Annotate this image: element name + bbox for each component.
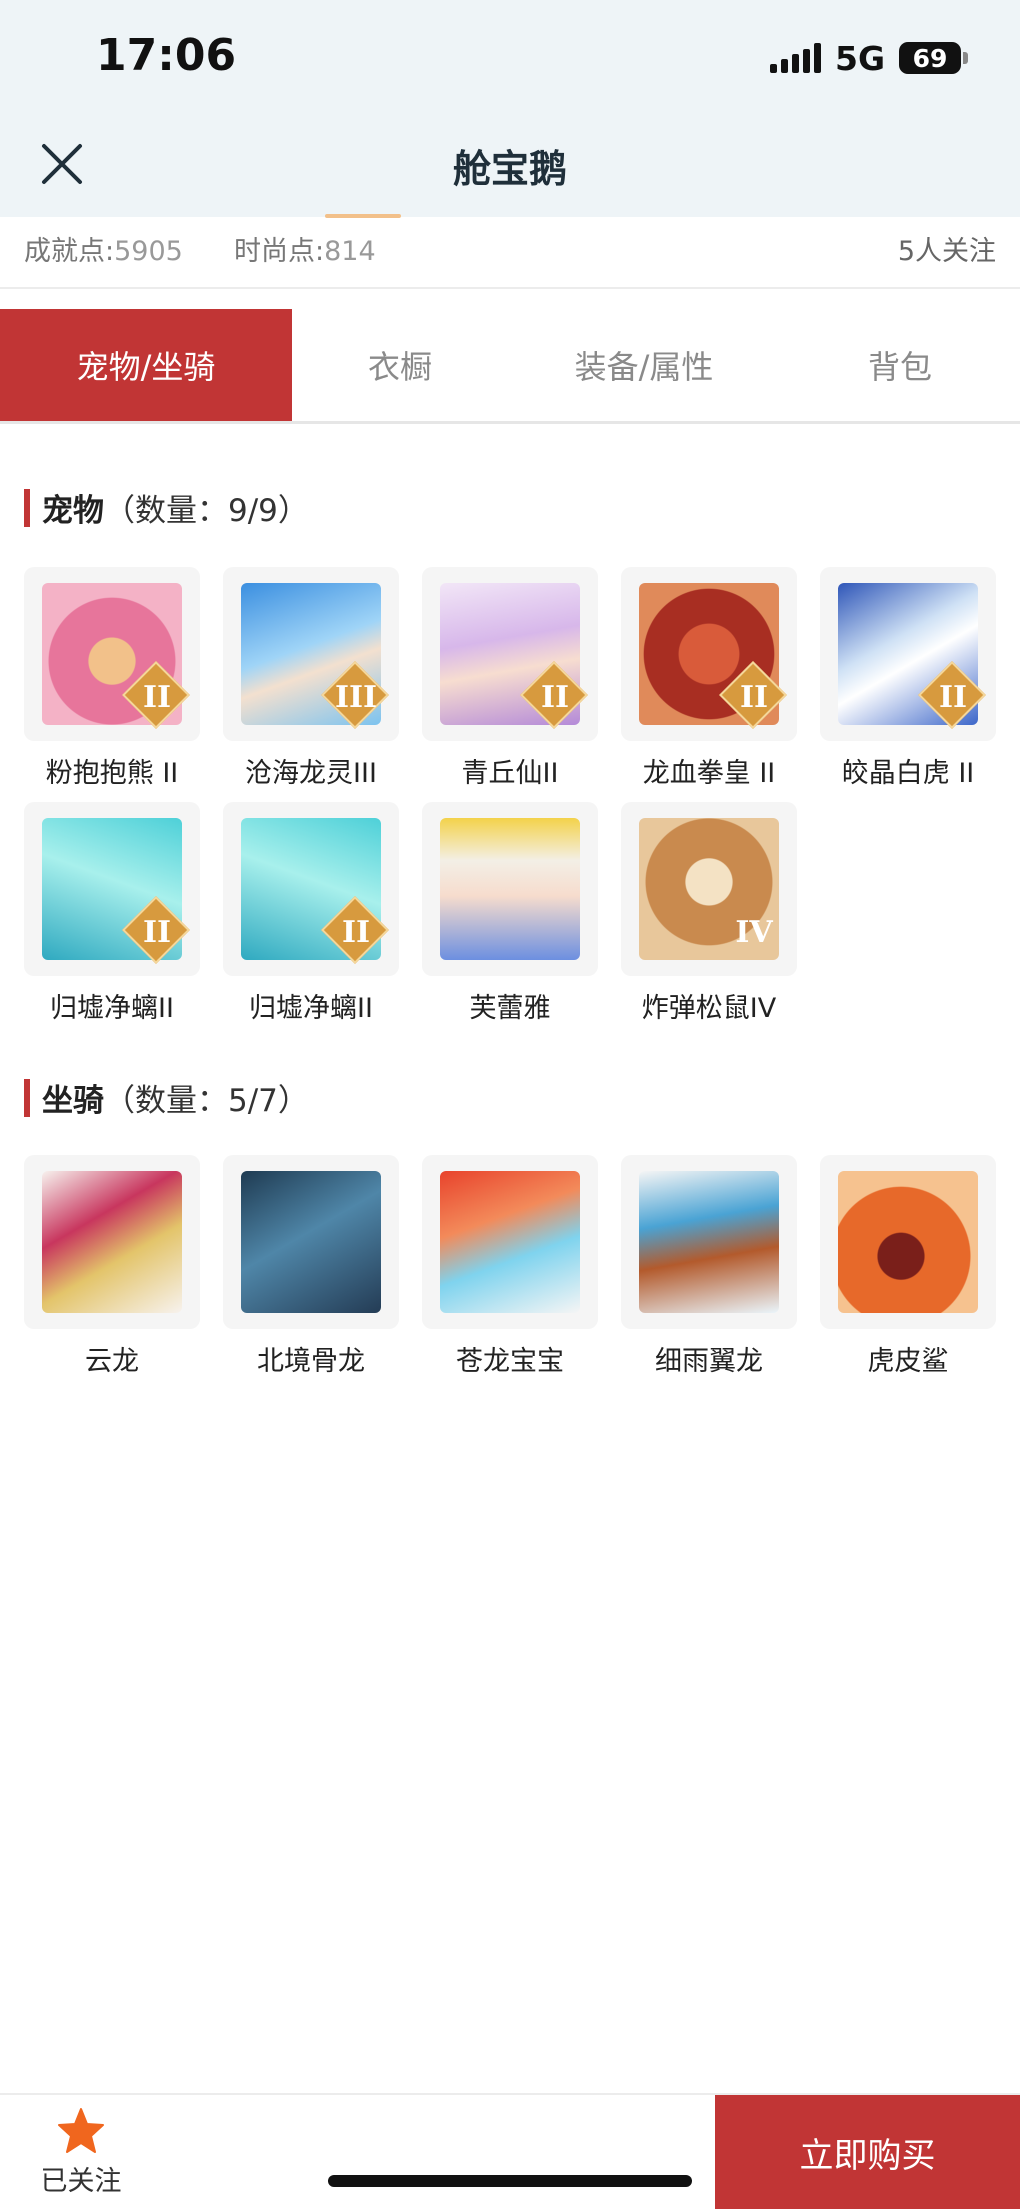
fashion-label: 时尚点: [234,236,325,267]
grade-badge-label: II [142,680,172,715]
mount-name: 虎皮鲨 [867,1346,949,1377]
pet-item[interactable]: II 龙血拳皇 II [621,567,797,790]
pet-name: 沧海龙灵III [245,758,377,789]
section-accent-bar [24,1078,30,1117]
pet-name: 芙蕾雅 [469,993,551,1024]
grade-badge-label: IV [735,915,773,950]
pet-thumb: II [24,802,200,976]
grade-badge-label: II [142,915,172,950]
buy-now-button[interactable]: 立即购买 [715,2095,1020,2209]
pet-thumb: II [422,567,598,741]
grade-badge-label: III [334,680,378,715]
pet-thumb: II [621,567,797,741]
mount-thumb [24,1155,200,1329]
signal-icon [770,43,821,73]
pet-item[interactable]: II 归墟净螭II [223,802,399,1025]
tab-equipment[interactable]: 装备/属性 [508,309,780,421]
battery-icon: 69 [899,42,962,74]
pet-item[interactable]: II 青丘仙II [422,567,598,790]
top-header: 17:06 5G 69 舱宝鹅 [0,0,1020,218]
freya-icon [440,818,580,960]
pets-section-title: 宠物 （数量：9/9） [24,485,309,530]
pet-name: 粉抱抱熊 II [45,758,179,789]
achievement-value: 5905 [114,236,183,267]
star-icon [58,2108,104,2153]
mount-thumb [422,1155,598,1329]
tab-pets-mounts[interactable]: 宠物/坐骑 [0,309,292,421]
home-indicator [328,2175,692,2187]
mounts-section-title: 坐骑 （数量：5/7） [24,1075,309,1120]
status-time: 17:06 [96,30,237,81]
mount-name: 云龙 [85,1346,139,1377]
mount-thumb [223,1155,399,1329]
pet-name: 归墟净螭II [249,993,373,1024]
pet-name: 归墟净螭II [50,993,174,1024]
grade-badge-label: II [341,915,371,950]
pets-count: （数量：9/9） [104,493,309,529]
mounts-count: （数量：5/7） [104,1083,309,1119]
pet-item[interactable]: II 皎晶白虎 II [820,567,996,790]
grade-badge-label: II [938,680,968,715]
follow-button[interactable]: 已关注 [26,2107,136,2198]
grade-badge-label: II [739,680,769,715]
pet-thumb: IV [621,802,797,976]
tab-backpack[interactable]: 背包 [780,309,1020,421]
mount-name: 细雨翼龙 [655,1346,763,1377]
mount-item[interactable]: 北境骨龙 [223,1155,399,1378]
pet-name: 龙血拳皇 II [642,758,776,789]
baby-dragon-icon [440,1171,580,1313]
mount-name: 北境骨龙 [257,1346,365,1377]
bone-dragon-icon [241,1171,381,1313]
pet-item[interactable]: 芙蕾雅 [422,802,598,1025]
battery-cap [963,52,969,64]
mount-thumb [621,1155,797,1329]
network-type: 5G [835,38,886,78]
pet-name: 炸弹松鼠IV [641,993,777,1024]
pet-name: 青丘仙II [461,758,559,789]
achievement-label: 成就点: [24,236,115,267]
stats-row: 成就点:5905 时尚点:814 5人关注 [0,217,1020,289]
mount-item[interactable]: 虎皮鲨 [820,1155,996,1378]
pet-item[interactable]: II 归墟净螭II [24,802,200,1025]
mount-name: 苍龙宝宝 [456,1346,564,1377]
achievement-points: 成就点:5905 [24,229,183,268]
mount-item[interactable]: 细雨翼龙 [621,1155,797,1378]
grade-badge-label: II [540,680,570,715]
pterosaur-icon [639,1171,779,1313]
fashion-value: 814 [324,236,376,267]
page-title: 舱宝鹅 [452,147,567,191]
tiger-shark-icon [838,1171,978,1313]
pet-name: 皎晶白虎 II [841,758,975,789]
pet-item[interactable]: III 沧海龙灵III [223,567,399,790]
pet-thumb: II [223,802,399,976]
section-accent-bar [24,488,30,527]
cloud-dragon-icon [42,1171,182,1313]
pet-thumb [422,802,598,976]
follower-count: 5人关注 [897,236,996,267]
follow-label: 已关注 [40,2166,122,2197]
pet-thumb: II [24,567,200,741]
mount-item[interactable]: 苍龙宝宝 [422,1155,598,1378]
status-icons: 5G 69 [770,38,969,78]
mount-thumb [820,1155,996,1329]
tab-bar: 宠物/坐骑 衣橱 装备/属性 背包 [0,309,1020,424]
tab-wardrobe[interactable]: 衣橱 [292,309,508,421]
pet-item[interactable]: IV 炸弹松鼠IV [621,802,797,1025]
pet-item[interactable]: II 粉抱抱熊 II [24,567,200,790]
bottom-action-bar: 已关注 立即购买 [0,2093,1020,2209]
mount-item[interactable]: 云龙 [24,1155,200,1378]
pets-heading: 宠物 [42,493,104,529]
pet-thumb: III [223,567,399,741]
fashion-points: 时尚点:814 [234,229,376,268]
pet-thumb: II [820,567,996,741]
mounts-heading: 坐骑 [42,1083,104,1119]
